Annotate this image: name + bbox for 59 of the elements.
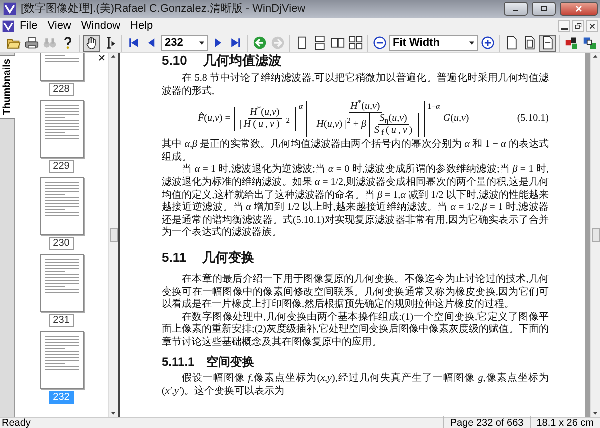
page-number[interactable]: 229 [49, 160, 74, 173]
close-icon [574, 4, 584, 14]
close-icon [588, 22, 596, 30]
zoom-out-icon[interactable] [371, 34, 388, 52]
section-heading: 几何均值滤波 [203, 53, 282, 69]
menu-item[interactable]: Window [76, 18, 126, 34]
scroll-thumb[interactable] [592, 228, 600, 242]
paragraph: 假设一幅图像 f,像素点坐标为(x,y),经过几何失真产生了一幅图像 g,像素点坐标为(x′,y′)。这个变换可以表示为 [162, 373, 549, 398]
restore-icon [574, 22, 582, 30]
menu-item[interactable]: File [15, 18, 43, 34]
page-thumbnail[interactable] [40, 177, 84, 235]
section-number: 5.11 [162, 250, 187, 266]
minimize-button[interactable] [504, 2, 528, 16]
minimize-button[interactable] [558, 20, 570, 32]
scroll-up-icon[interactable] [110, 53, 117, 60]
minimize-icon [560, 28, 568, 30]
dropdown[interactable]: 232 [161, 35, 208, 51]
page-number[interactable]: 230 [49, 237, 74, 250]
maximize-button[interactable] [532, 2, 556, 16]
status-text: Page 232 of 663 [443, 416, 530, 428]
scroll-thumb[interactable] [110, 228, 118, 242]
menu-item[interactable]: Help [126, 18, 158, 34]
document-icon [2, 20, 15, 32]
paragraph: 在数字图像处理中,几何变换由两个基本操作组成:(1)一个空间变换,它定义了图像平面上像素的重新安排;(2)灰度级插补,它处理空间变换后图像中像素灰度级的赋值。下面的章节讨论这些基础概念及其在图像复原中的应用。 [162, 312, 549, 350]
equation: F̂(u,v) = H$^{*}$(u,v) | H(u,v) |$^{2}$ α H$^{*}$(u,v) | H(u,v) |$^{2}$ + β S$_{η}$(u,v) S$_{f}$(u,v) 1−α G(u,v) [198, 101, 470, 138]
scroll-up-icon[interactable] [592, 53, 599, 60]
section-number: 5.11.1 [162, 356, 195, 368]
window-title: [数字图像处理].(美)Rafael C.Gonzalez.清晰版 - WinDjView [21, 2, 307, 17]
page-number[interactable]: 228 [49, 83, 74, 96]
printer-icon[interactable] [23, 34, 40, 52]
hand-icon[interactable] [83, 34, 100, 52]
close-icon[interactable] [98, 54, 106, 62]
fit-width-icon[interactable] [539, 34, 556, 52]
page-thumbnail[interactable] [40, 254, 84, 312]
four-pages-icon[interactable] [347, 34, 364, 52]
back-arrow-icon[interactable] [251, 34, 268, 52]
menu-item[interactable]: View [42, 18, 76, 34]
paragraph: 当 α = 1 时,滤波退化为逆滤波;当 α = 0 时,滤波变成所谓的参数维纳滤波;当 β = 1 时,滤波退化为标准的维纳滤波。如果 α = 1/2,则滤波器变成相同幂次的两个量的积,这是几何均值的定义,这样就给出了这种滤波器的命名。当 β = 1,α 减到 1/2 以下时,滤波的性能越来越接近逆滤波。当 α 增加到 1/2 以上时,越来越接近维纳滤波。当 α = 1/2,β = 1 时,滤波器还是通常的谱均衡滤波器。式(5.10.1)对实现复原滤波器非常有用,因为它确实表示了合并为一个表达式的滤波器族。 [162, 164, 549, 240]
paragraph: 其中 α,β 是正的实常数。几何均值滤波器由两个括号内的幂次分别为 α 和 1 − α 的表达式组成。 [162, 139, 549, 164]
page-thumbnail[interactable] [40, 331, 84, 389]
section-number: 5.10 [162, 53, 188, 69]
restore-button[interactable] [572, 20, 584, 32]
section-heading: 空间变换 [206, 356, 255, 368]
dropdown[interactable]: Fit Width [389, 35, 478, 51]
sidebar-tab[interactable]: Thumbnails [0, 55, 16, 120]
section-heading: 几何变换 [202, 250, 255, 266]
close-button[interactable] [560, 2, 598, 16]
scroll-down-icon[interactable] [592, 410, 599, 417]
equation-number: (5.10.1) [517, 112, 549, 126]
page-number[interactable]: 231 [49, 314, 74, 327]
status-text: 18.1 x 26 cm [530, 416, 600, 428]
zoom-in-icon[interactable] [479, 34, 496, 52]
status-text: Ready [1, 416, 32, 428]
close-button[interactable] [586, 20, 598, 32]
page-thumbnail[interactable] [40, 100, 84, 158]
maximize-icon [539, 4, 549, 14]
app-logo-icon [3, 2, 17, 16]
paragraph: 在本章的最后介绍一下用于图像复原的几何变换。不像迄今为止讨论过的技术,几何变换可在一幅图像中的像素间修改空间联系。几何变换通常又称为橡皮变换,因为它们可以看成是在一片橡皮上打印图像,然后根据预先确定的规则拉伸这片橡皮的过程。 [162, 274, 549, 312]
scroll-down-icon[interactable] [110, 410, 117, 417]
